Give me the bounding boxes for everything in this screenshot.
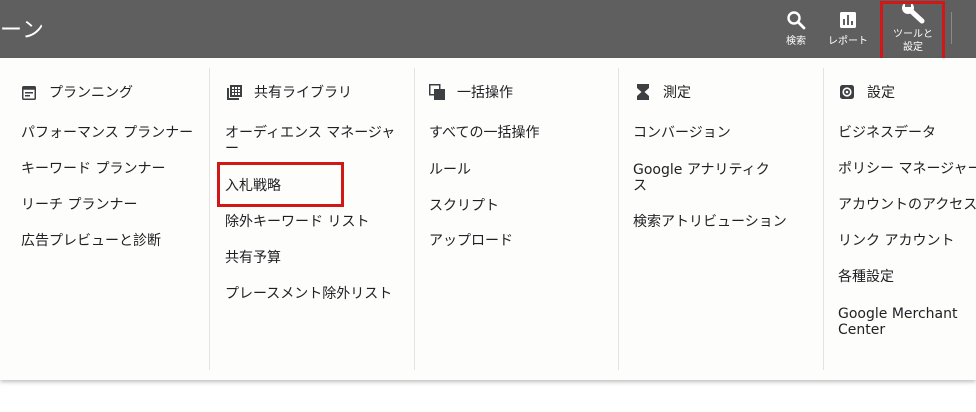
- menu-item-google-merchant-center-continued[interactable]: Center: [838, 322, 885, 338]
- report-button[interactable]: レポート: [822, 0, 874, 58]
- search-icon: [786, 9, 806, 31]
- menu-header-shared-library: 共有ライブラリ: [226, 82, 352, 102]
- menu-item-conversions[interactable]: コンバージョン: [633, 125, 731, 141]
- menu-item-google-analytics[interactable]: Google アナリティク: [633, 162, 770, 178]
- campaign-title: ーン: [0, 18, 45, 43]
- menu-item-bid-strategies[interactable]: 入札戦略: [225, 178, 281, 194]
- menu-column-measurement: 測定 コンバージョン Google アナリティク ス 検索アトリビューション: [619, 58, 823, 380]
- menu-item-all-bulk-actions[interactable]: すべての一括操作: [429, 125, 539, 141]
- menu-item-audience-manager[interactable]: オーディエンス マネージャ: [225, 125, 395, 141]
- calendar-icon: [21, 84, 37, 100]
- menu-item-policy-manager[interactable]: ポリシー マネージャー: [838, 161, 976, 177]
- menu-item-business-data[interactable]: ビジネスデータ: [838, 125, 936, 141]
- menu-header-bulk-actions: 一括操作: [429, 82, 513, 102]
- menu-header-settings: 設定: [839, 82, 895, 102]
- report-label: レポート: [828, 36, 868, 47]
- menu-item-account-access[interactable]: アカウントのアクセス: [838, 197, 976, 213]
- tools-and-settings-button[interactable]: ツールと 設定: [884, 0, 942, 58]
- menu-item-linked-accounts[interactable]: リンク アカウント: [838, 233, 954, 249]
- menu-header-measurement: 測定: [635, 82, 691, 102]
- menu-item-audience-manager-continued[interactable]: ー: [225, 141, 239, 157]
- menu-item-uploads[interactable]: アップロード: [429, 233, 513, 249]
- tools-label-line2: 設定: [903, 42, 923, 53]
- menu-item-shared-budgets[interactable]: 共有予算: [225, 250, 281, 266]
- menu-header-planning: プランニング: [21, 82, 133, 102]
- menu-item-search-attribution[interactable]: 検索アトリビューション: [633, 214, 787, 230]
- menu-item-google-analytics-continued[interactable]: ス: [633, 178, 647, 194]
- tools-label: ツールと 設定: [893, 28, 933, 54]
- menu-header-measurement-label: 測定: [663, 85, 691, 101]
- menu-item-rules[interactable]: ルール: [429, 162, 471, 178]
- menu-item-reach-planner[interactable]: リーチ プランナー: [21, 197, 137, 213]
- tools-menu-panel: プランニング パフォーマンス プランナー キーワード プランナー リーチ プラン…: [0, 58, 976, 380]
- topbar-divider: [951, 12, 952, 44]
- menu-item-ad-preview[interactable]: 広告プレビューと診断: [21, 233, 161, 249]
- top-bar: ーン 検索 レポート ツールと 設定: [0, 0, 976, 58]
- tools-label-line1: ツールと: [893, 29, 933, 40]
- search-label: 検索: [786, 36, 806, 47]
- menu-item-scripts[interactable]: スクリプト: [429, 198, 499, 214]
- menu-item-placement-exclusion-lists[interactable]: プレースメント除外リスト: [225, 286, 392, 302]
- menu-column-shared-library: 共有ライブラリ オーディエンス マネージャ ー 入札戦略 除外キーワード リスト…: [210, 58, 414, 380]
- menu-column-settings: 設定 ビジネスデータ ポリシー マネージャー アカウントのアクセス リンク アカ…: [824, 58, 976, 380]
- settings-gear-icon: [839, 84, 855, 100]
- menu-header-shared-library-label: 共有ライブラリ: [254, 85, 352, 101]
- report-icon: [839, 9, 857, 31]
- menu-item-performance-planner[interactable]: パフォーマンス プランナー: [21, 125, 193, 141]
- search-button[interactable]: 検索: [780, 0, 812, 58]
- menu-header-bulk-actions-label: 一括操作: [457, 85, 513, 101]
- menu-item-negative-keyword-lists[interactable]: 除外キーワード リスト: [225, 214, 369, 230]
- wrench-icon: [900, 2, 926, 24]
- menu-column-bulk-actions: 一括操作 すべての一括操作 ルール スクリプト アップロード: [415, 58, 618, 380]
- copy-icon: [429, 84, 445, 100]
- library-icon: [226, 84, 242, 100]
- menu-header-settings-label: 設定: [867, 85, 895, 101]
- menu-item-preferences[interactable]: 各種設定: [838, 269, 894, 285]
- hourglass-icon: [635, 84, 651, 100]
- menu-item-google-merchant-center[interactable]: Google Merchant: [838, 306, 957, 322]
- menu-column-planning: プランニング パフォーマンス プランナー キーワード プランナー リーチ プラン…: [0, 58, 209, 380]
- menu-header-planning-label: プランニング: [49, 85, 133, 101]
- menu-item-keyword-planner[interactable]: キーワード プランナー: [21, 161, 165, 177]
